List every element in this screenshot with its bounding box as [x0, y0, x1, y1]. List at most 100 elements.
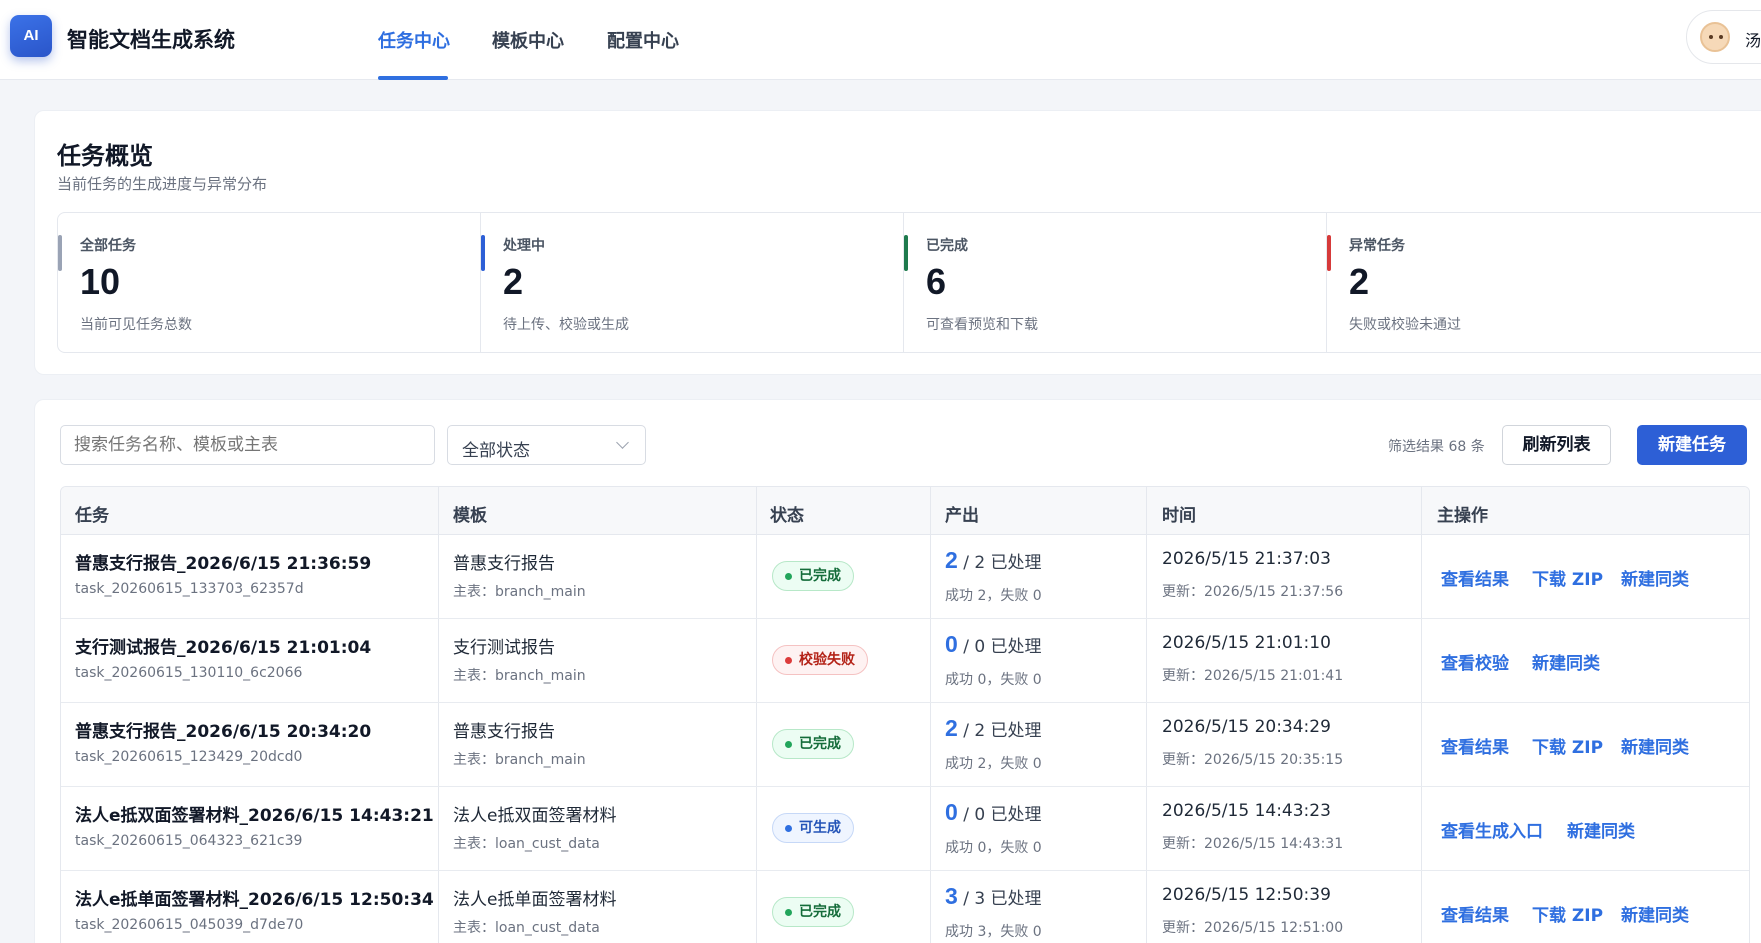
updated-time: 更新：2026/5/15 20:35:15 [1162, 752, 1344, 768]
column-header: 主操作 [1437, 506, 1488, 526]
status-select-value: 全部状态 [462, 441, 530, 461]
stat-abnormal: 异常任务 2 失败或校验未通过 [1327, 213, 1750, 352]
active-tab-indicator [378, 76, 448, 80]
table-row: 法人e抵单面签署材料_2026/6/15 12:50:34 task_20260… [61, 871, 1749, 943]
created-time: 2026/5/15 21:01:10 [1162, 633, 1331, 653]
refresh-button[interactable]: 刷新列表 [1502, 425, 1611, 465]
output-count: 2 / 2 已处理 [945, 547, 1042, 573]
view-result-link[interactable]: 查看结果 [1441, 901, 1509, 926]
template-name: 普惠支行报告 [453, 722, 555, 742]
updated-time: 更新：2026/5/15 12:51:00 [1162, 920, 1344, 936]
task-name[interactable]: 普惠支行报告_2026/6/15 21:36:59 [75, 549, 371, 574]
task-name[interactable]: 法人e抵双面签署材料_2026/6/15 14:43:21 [75, 801, 434, 826]
updated-time: 更新：2026/5/15 21:01:41 [1162, 668, 1344, 684]
create-similar-link[interactable]: 新建同类 [1621, 901, 1689, 926]
task-id: task_20260615_130110_6c2066 [75, 665, 303, 681]
view-generate-entry-link[interactable]: 查看生成入口 [1441, 817, 1543, 842]
status-badge: 可生成 [772, 813, 854, 843]
column-header: 状态 [770, 506, 804, 526]
template-name: 法人e抵单面签署材料 [453, 890, 617, 910]
stat-desc: 当前可见任务总数 [80, 317, 192, 333]
task-id: task_20260615_064323_621c39 [75, 833, 303, 849]
create-similar-link[interactable]: 新建同类 [1567, 817, 1635, 842]
output-detail: 成功 3，失败 0 [945, 924, 1042, 940]
download-zip-link[interactable]: 下载 ZIP [1532, 901, 1603, 926]
main-table: 主表：loan_cust_data [453, 920, 600, 936]
chevron-down-icon [616, 436, 629, 449]
task-id: task_20260615_133703_62357d [75, 581, 304, 597]
tab-task-center[interactable]: 任务中心 [378, 27, 450, 53]
stats-panel: 全部任务 10 当前可见任务总数 处理中 2 待上传、校验或生成 已完成 6 可… [57, 212, 1761, 353]
column-header: 模板 [453, 506, 487, 526]
output-detail: 成功 2，失败 0 [945, 588, 1042, 604]
stat-desc: 待上传、校验或生成 [503, 317, 629, 333]
output-count: 0 / 0 已处理 [945, 799, 1042, 825]
output-detail: 成功 0，失败 0 [945, 672, 1042, 688]
stat-label: 全部任务 [80, 238, 136, 254]
tab-config-center[interactable]: 配置中心 [607, 27, 679, 53]
stat-value: 2 [1349, 261, 1370, 302]
created-time: 2026/5/15 20:34:29 [1162, 717, 1331, 737]
column-header: 时间 [1162, 506, 1196, 526]
output-detail: 成功 2，失败 0 [945, 756, 1042, 772]
tab-template-center[interactable]: 模板中心 [492, 27, 564, 53]
output-count: 3 / 3 已处理 [945, 883, 1042, 909]
table-row: 支行测试报告_2026/6/15 21:01:04 task_20260615_… [61, 619, 1749, 703]
updated-time: 更新：2026/5/15 21:37:56 [1162, 584, 1344, 600]
updated-time: 更新：2026/5/15 14:43:31 [1162, 836, 1344, 852]
top-header: AI 智能文档生成系统 任务中心 模板中心 配置中心 汤 [0, 0, 1761, 80]
search-input[interactable] [60, 425, 435, 465]
table-row: 普惠支行报告_2026/6/15 21:36:59 task_20260615_… [61, 535, 1749, 619]
create-similar-link[interactable]: 新建同类 [1532, 649, 1600, 674]
app-title: 智能文档生成系统 [67, 28, 235, 52]
table-row: 法人e抵双面签署材料_2026/6/15 14:43:21 task_20260… [61, 787, 1749, 871]
stat-processing: 处理中 2 待上传、校验或生成 [481, 213, 904, 352]
stat-accent-bar [904, 235, 908, 271]
new-task-button[interactable]: 新建任务 [1637, 425, 1747, 465]
download-zip-link[interactable]: 下载 ZIP [1532, 733, 1603, 758]
status-select[interactable]: 全部状态 [447, 425, 646, 465]
stat-label: 处理中 [503, 238, 545, 254]
output-count: 0 / 0 已处理 [945, 631, 1042, 657]
overview-subtitle: 当前任务的生成进度与异常分布 [57, 175, 268, 193]
overview-card: 任务概览 当前任务的生成进度与异常分布 全部任务 10 当前可见任务总数 处理中… [34, 110, 1761, 375]
status-badge: 已完成 [772, 561, 854, 591]
task-name[interactable]: 支行测试报告_2026/6/15 21:01:04 [75, 633, 371, 658]
task-list-card: 全部状态 筛选结果 68 条 刷新列表 新建任务 任务 模板 状态 产出 时间 … [34, 399, 1761, 943]
template-name: 法人e抵双面签署材料 [453, 806, 617, 826]
template-name: 普惠支行报告 [453, 554, 555, 574]
stat-value: 6 [926, 261, 947, 302]
create-similar-link[interactable]: 新建同类 [1621, 565, 1689, 590]
main-table: 主表：branch_main [453, 668, 586, 684]
stat-all-tasks: 全部任务 10 当前可见任务总数 [58, 213, 481, 352]
output-detail: 成功 0，失败 0 [945, 840, 1042, 856]
user-menu[interactable]: 汤 [1686, 10, 1761, 64]
stat-label: 异常任务 [1349, 238, 1405, 254]
stat-accent-bar [1327, 235, 1331, 271]
stat-completed: 已完成 6 可查看预览和下载 [904, 213, 1327, 352]
task-name[interactable]: 法人e抵单面签署材料_2026/6/15 12:50:34 [75, 885, 434, 910]
stat-label: 已完成 [926, 238, 968, 254]
created-time: 2026/5/15 14:43:23 [1162, 801, 1331, 821]
status-badge: 已完成 [772, 729, 854, 759]
output-count: 2 / 2 已处理 [945, 715, 1042, 741]
table-row: 普惠支行报告_2026/6/15 20:34:20 task_20260615_… [61, 703, 1749, 787]
stat-desc: 可查看预览和下载 [926, 317, 1038, 333]
created-time: 2026/5/15 12:50:39 [1162, 885, 1331, 905]
main-table: 主表：loan_cust_data [453, 836, 600, 852]
main-table: 主表：branch_main [453, 752, 586, 768]
table-header: 任务 模板 状态 产出 时间 主操作 [61, 487, 1749, 535]
download-zip-link[interactable]: 下载 ZIP [1532, 565, 1603, 590]
app-logo: AI [10, 15, 52, 57]
view-result-link[interactable]: 查看结果 [1441, 733, 1509, 758]
filter-count: 筛选结果 68 条 [1388, 439, 1485, 455]
overview-title: 任务概览 [57, 142, 153, 170]
main-table: 主表：branch_main [453, 584, 586, 600]
create-similar-link[interactable]: 新建同类 [1621, 733, 1689, 758]
view-result-link[interactable]: 查看结果 [1441, 565, 1509, 590]
stat-accent-bar [58, 235, 62, 271]
status-badge: 已完成 [772, 897, 854, 927]
view-validation-link[interactable]: 查看校验 [1441, 649, 1509, 674]
task-name[interactable]: 普惠支行报告_2026/6/15 20:34:20 [75, 717, 371, 742]
avatar [1700, 22, 1730, 52]
